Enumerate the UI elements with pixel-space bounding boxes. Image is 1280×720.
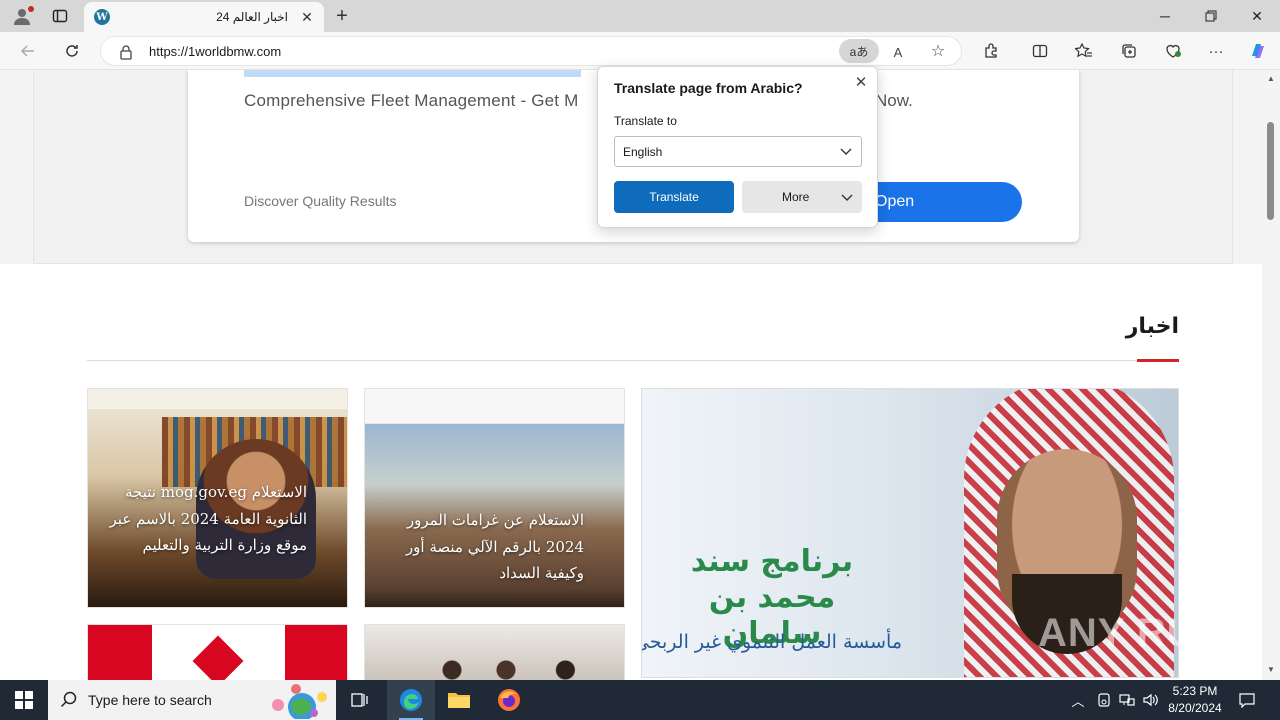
search-placeholder: Type here to search (88, 692, 212, 708)
task-view-button[interactable] (336, 680, 384, 720)
profile-button[interactable] (8, 4, 36, 28)
favorite-star-icon[interactable]: ☆ (927, 40, 949, 62)
refresh-button[interactable] (58, 37, 86, 65)
split-screen-icon[interactable] (1028, 39, 1052, 63)
scroll-up-icon[interactable]: ▲ (1267, 74, 1275, 83)
scrollbar-thumb[interactable] (1267, 122, 1274, 220)
folder-icon (448, 693, 470, 708)
ad-headline[interactable]: Comprehensive Fleet Management - Get M (244, 91, 579, 111)
device-icon[interactable] (1094, 680, 1114, 720)
maple-leaf-icon (192, 635, 244, 680)
edge-icon (400, 689, 422, 711)
translate-button[interactable]: Translate (614, 181, 734, 213)
chevron-down-icon (841, 194, 853, 201)
url-text[interactable]: https://1worldbmw.com (149, 44, 281, 59)
ad-subtext: Discover Quality Results (244, 193, 397, 209)
news-card-title[interactable]: الاستعلام عن غرامات المرور 2024 بالرقم ا… (384, 507, 584, 587)
news-card[interactable]: الاستعلام عن غرامات المرور 2024 بالرقم ا… (364, 388, 625, 608)
ad-headline-tail[interactable]: Now. (875, 91, 913, 111)
refresh-icon (66, 45, 78, 57)
card-image-students (425, 655, 605, 680)
show-hidden-icons-icon[interactable]: ︿ (1068, 680, 1088, 720)
tab-actions-button[interactable] (46, 4, 74, 28)
new-tab-button[interactable]: + (330, 4, 354, 28)
card-image-menu (88, 389, 347, 409)
browser-titlebar: W اخبار العالم 24 ✕ + ─ ✕ (0, 0, 1280, 32)
news-card[interactable] (364, 624, 625, 680)
tab-actions-icon (52, 9, 68, 23)
translate-to-label: Translate to (614, 114, 677, 128)
extensions-icon[interactable] (979, 39, 1003, 63)
restore-button[interactable] (1188, 0, 1234, 32)
notification-center-button[interactable] (1232, 680, 1262, 720)
lock-icon[interactable] (119, 44, 133, 60)
news-card[interactable] (87, 624, 348, 680)
read-aloud-icon[interactable]: A (887, 41, 909, 63)
translate-heading: Translate page from Arabic? (614, 80, 803, 96)
scroll-down-icon[interactable]: ▼ (1267, 665, 1275, 674)
search-icon (60, 691, 77, 708)
news-card[interactable]: الاستعلام mog.gov.eg نتيجة الثانوية العا… (87, 388, 348, 608)
ad-open-label: Open (875, 193, 915, 210)
address-bar[interactable]: https://1worldbmw.com aあ A ☆ (100, 36, 962, 66)
task-view-icon (351, 693, 368, 707)
featured-image-subtitle: مأسسة العمل التنموي غير الربحي (641, 631, 902, 653)
browser-essentials-icon[interactable] (1161, 39, 1185, 63)
profile-notification-dot (28, 6, 34, 12)
news-card-title[interactable]: الاستعلام mog.gov.eg نتيجة الثانوية العا… (107, 479, 307, 559)
minimize-button[interactable]: ─ (1142, 0, 1188, 32)
close-icon[interactable]: ✕ (852, 73, 870, 91)
tab-close-icon[interactable]: ✕ (298, 8, 316, 26)
network-icon[interactable] (1116, 680, 1138, 720)
back-button[interactable] (14, 37, 42, 65)
more-button[interactable]: More (742, 181, 862, 213)
section-title: اخبار (1125, 314, 1179, 339)
clock-date: 8/20/2024 (1168, 701, 1222, 715)
copilot-icon[interactable] (1246, 39, 1270, 63)
back-arrow-icon (20, 45, 34, 57)
taskbar-file-explorer[interactable] (435, 680, 483, 720)
notification-icon (1239, 693, 1255, 708)
collections-icon[interactable] (1117, 39, 1141, 63)
windows-logo-icon (15, 691, 33, 709)
chevron-down-icon (840, 148, 852, 155)
taskbar-search-box[interactable]: Type here to search (48, 680, 336, 720)
close-window-button[interactable]: ✕ (1234, 0, 1280, 32)
ad-progress-bar (244, 70, 581, 77)
section-accent-bar (1137, 359, 1179, 362)
active-tab[interactable]: W اخبار العالم 24 ✕ (84, 2, 324, 32)
wordpress-icon: W (94, 9, 110, 25)
search-highlight-icon (272, 684, 327, 719)
windows-taskbar: Type here to search ︿ 5:23 PM 8/20/2024 (0, 680, 1280, 720)
clock-time: 5:23 PM (1172, 684, 1218, 698)
tab-title: اخبار العالم 24 (216, 10, 288, 24)
anyrun-watermark: ANY RUN (1038, 611, 1227, 655)
volume-icon[interactable] (1140, 680, 1162, 720)
restore-icon (1205, 10, 1217, 22)
more-options-icon[interactable]: ··· (1204, 39, 1228, 63)
taskbar-edge[interactable] (387, 680, 435, 720)
favorites-icon[interactable] (1072, 39, 1096, 63)
start-button[interactable] (0, 680, 48, 720)
more-button-label: More (782, 190, 810, 204)
language-select[interactable]: English (614, 136, 862, 167)
translate-icon[interactable]: aあ (839, 39, 879, 63)
translate-popup: Translate page from Arabic? ✕ Translate … (597, 66, 878, 228)
browser-toolbar: https://1worldbmw.com aあ A ☆ ··· (0, 32, 1280, 70)
taskbar-clock[interactable]: 5:23 PM 8/20/2024 (1160, 683, 1230, 717)
taskbar-firefox[interactable] (485, 680, 533, 720)
card-image-menu (365, 389, 624, 424)
section-divider (87, 360, 1179, 361)
firefox-icon (498, 689, 520, 711)
selected-language: English (623, 145, 663, 159)
page-scrollbar[interactable]: ▲ ▼ (1262, 70, 1280, 680)
